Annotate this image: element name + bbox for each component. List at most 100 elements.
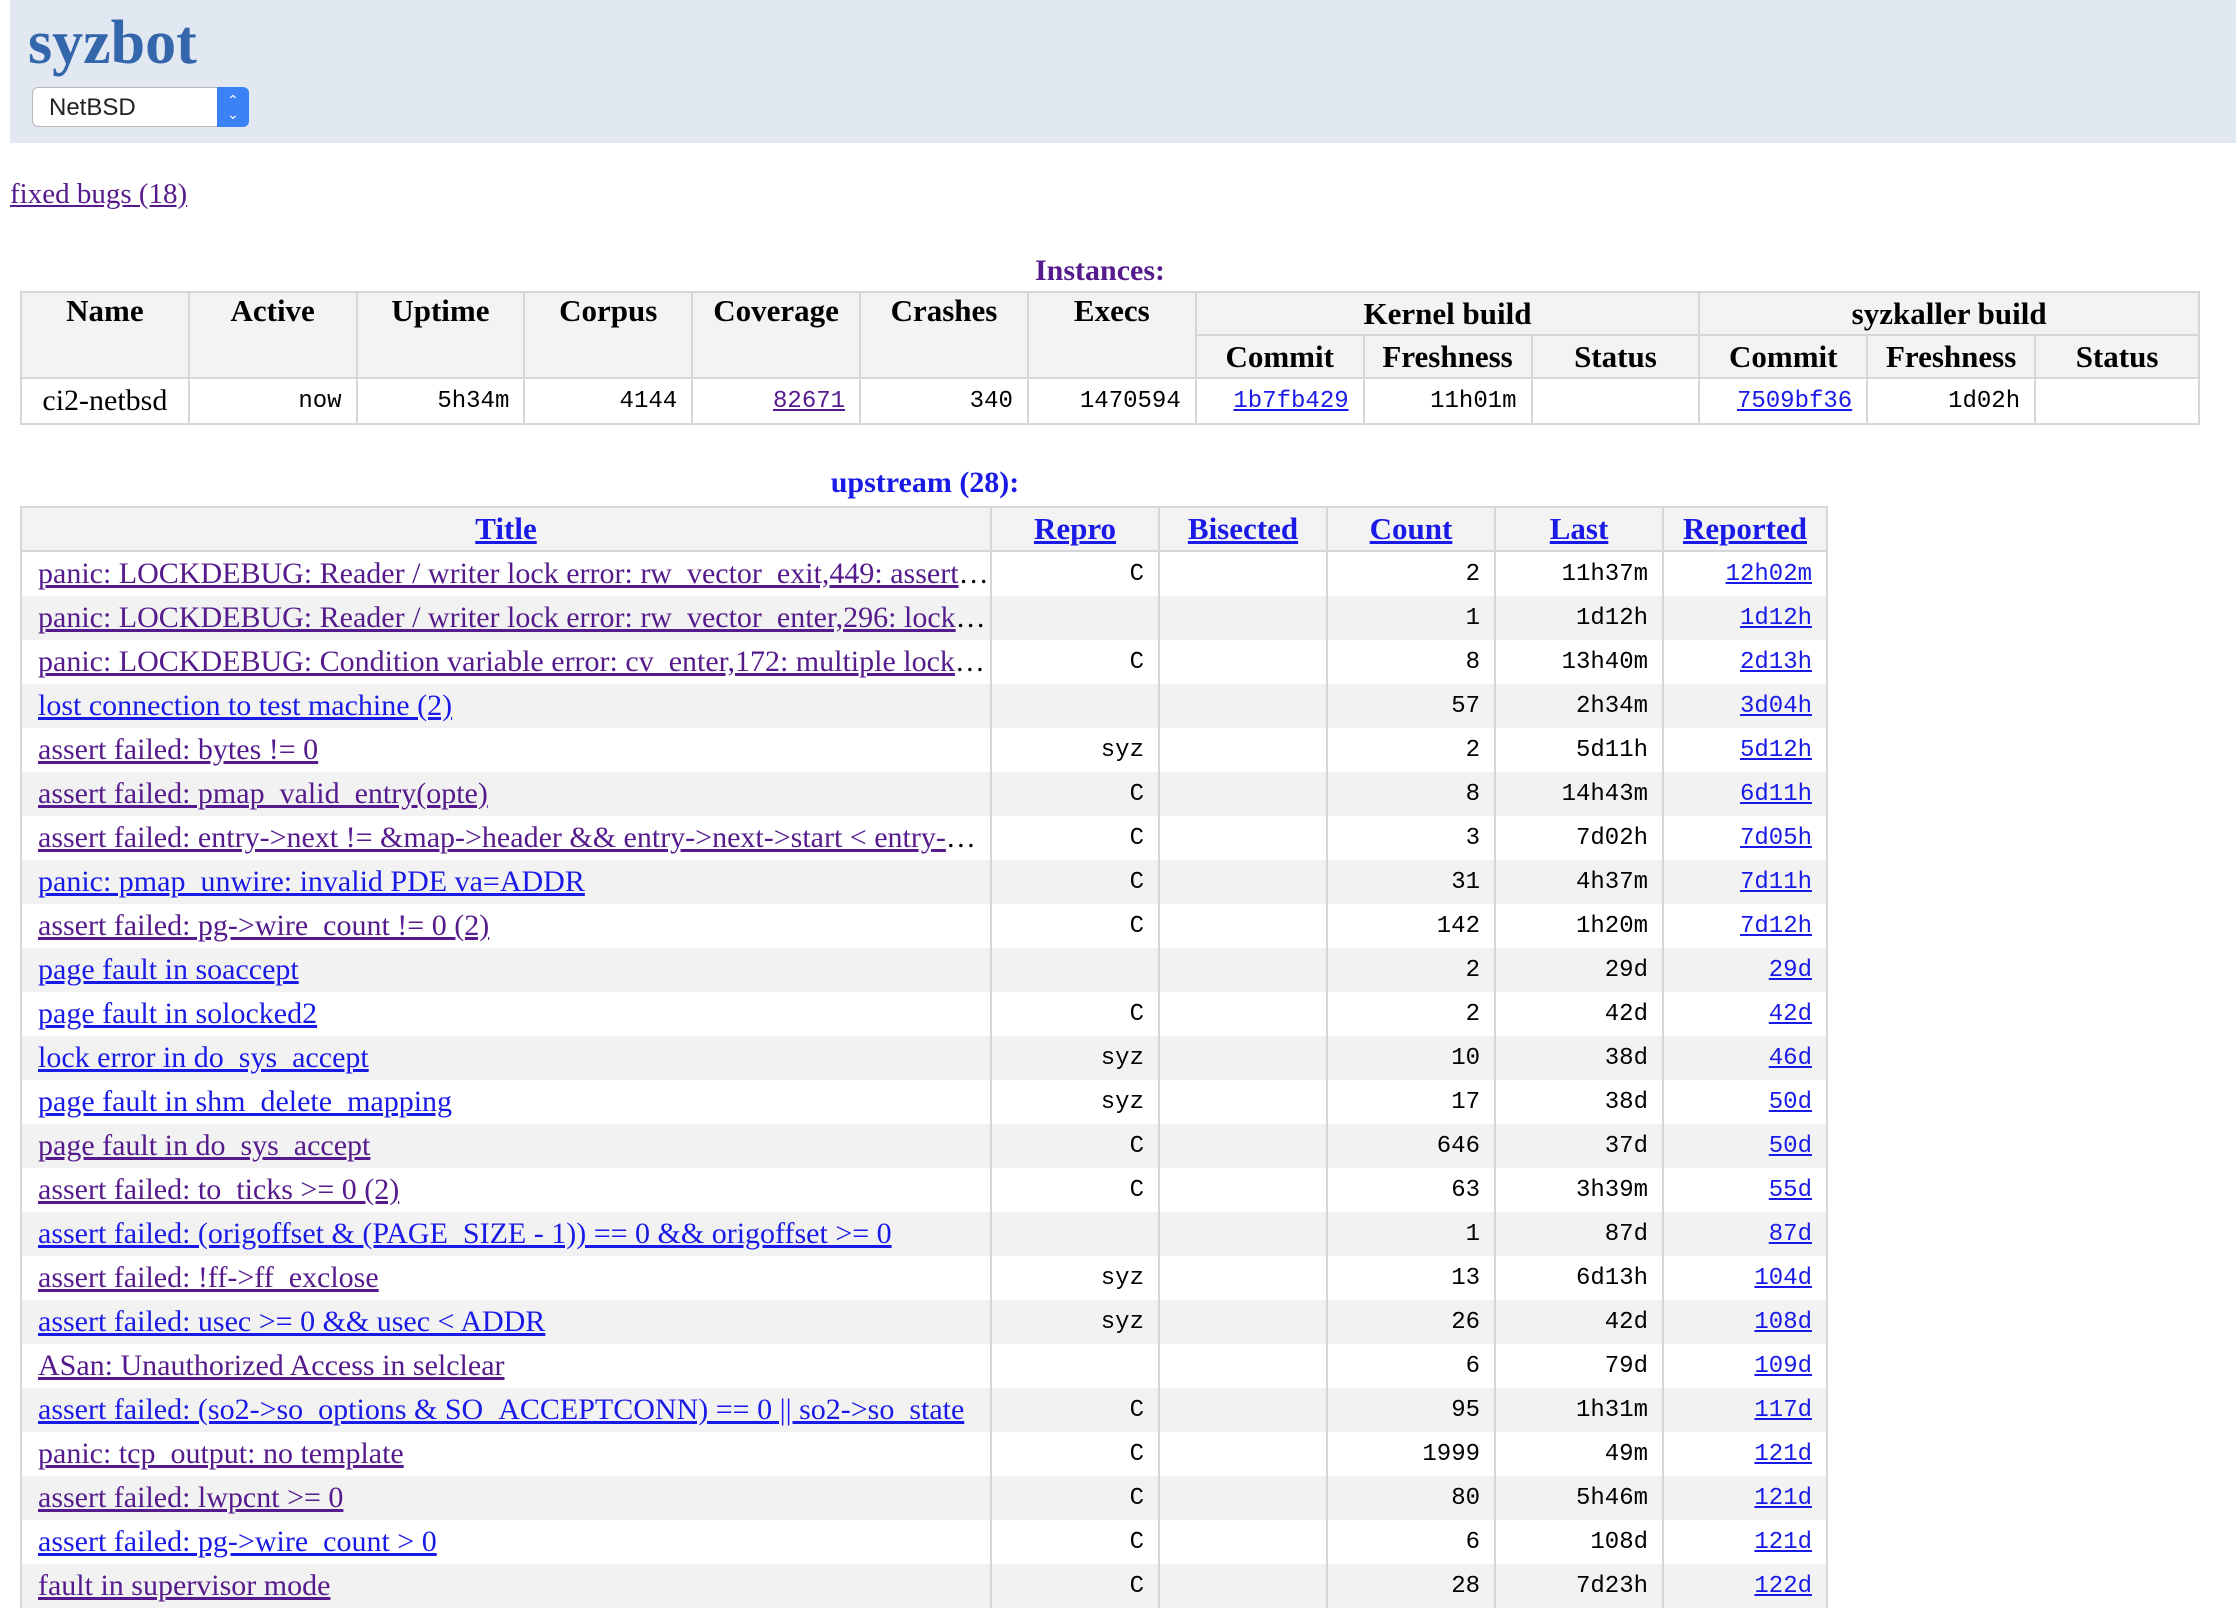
bug-repro: C <box>990 1124 1160 1168</box>
bug-reported-link[interactable]: 1d12h <box>1740 605 1812 632</box>
chevron-up-down-icon: ⌃ ⌄ <box>217 87 249 127</box>
bug-row: assert failed: (so2->so_options & SO_ACC… <box>20 1388 1828 1432</box>
bug-last: 37d <box>1494 1124 1664 1168</box>
kernel-commit-link[interactable]: 1b7fb429 <box>1233 388 1348 415</box>
bug-title-link[interactable]: fault in supervisor mode <box>38 1569 330 1602</box>
bug-reported-link[interactable]: 55d <box>1769 1177 1812 1204</box>
bug-bisected <box>1158 1344 1328 1388</box>
bug-last: 5h46m <box>1494 1476 1664 1520</box>
namespace-select[interactable]: NetBSD ⌃ ⌄ <box>32 87 249 127</box>
bug-title-link[interactable]: assert failed: entry->next != &map->head… <box>38 821 989 854</box>
bug-reported-link[interactable]: 117d <box>1754 1397 1812 1424</box>
bug-reported-link[interactable]: 6d11h <box>1740 781 1812 808</box>
bug-count: 1 <box>1326 596 1496 640</box>
bug-reported-link[interactable]: 2d13h <box>1740 649 1812 676</box>
sort-count-link[interactable]: Count <box>1370 511 1453 546</box>
bug-reported-link[interactable]: 50d <box>1769 1133 1812 1160</box>
syzkaller-commit-link[interactable]: 7509bf36 <box>1737 388 1852 415</box>
bug-reported-link[interactable]: 121d <box>1754 1441 1812 1468</box>
bug-reported-link[interactable]: 7d05h <box>1740 825 1812 852</box>
bug-title-link[interactable]: page fault in do_sys_accept <box>38 1129 370 1162</box>
bug-count: 1999 <box>1326 1432 1496 1476</box>
coverage-link[interactable]: 82671 <box>773 388 845 415</box>
col-kernel-status: Status <box>1530 334 1701 379</box>
bug-bisected <box>1158 1520 1328 1564</box>
bug-title-link[interactable]: panic: LOCKDEBUG: Condition variable err… <box>38 645 989 678</box>
bug-row: lock error in do_sys_accept syz 10 38d 46d <box>20 1036 1828 1080</box>
bug-title-link[interactable]: page fault in shm_delete_mapping <box>38 1085 452 1118</box>
bug-reported-link[interactable]: 104d <box>1754 1265 1812 1292</box>
bug-bisected <box>1158 684 1328 728</box>
bug-title-link[interactable]: lock error in do_sys_accept <box>38 1041 369 1074</box>
bug-last: 7d02h <box>1494 816 1664 860</box>
bug-reported-link[interactable]: 109d <box>1754 1353 1812 1380</box>
bug-reported-link[interactable]: 122d <box>1754 1573 1812 1600</box>
sort-repro-link[interactable]: Repro <box>1034 511 1116 546</box>
syzbot-logo[interactable]: syzbot <box>28 8 197 79</box>
bug-title-link[interactable]: ASan: Unauthorized Access in selclear <box>38 1349 505 1382</box>
bug-repro: syz <box>990 1036 1160 1080</box>
bug-repro: C <box>990 1432 1160 1476</box>
bug-title-link[interactable]: assert failed: usec >= 0 && usec < ADDR <box>38 1305 545 1338</box>
bug-reported-link[interactable]: 121d <box>1754 1485 1812 1512</box>
bug-last: 1h20m <box>1494 904 1664 948</box>
namespace-selected-value: NetBSD <box>49 94 136 121</box>
bug-title-link[interactable]: assert failed: to_ticks >= 0 (2) <box>38 1173 399 1206</box>
bug-reported-link[interactable]: 7d11h <box>1740 869 1812 896</box>
bug-title-link[interactable]: panic: pmap_unwire: invalid PDE va=ADDR <box>38 865 585 898</box>
bug-title-link[interactable]: panic: tcp_output: no template <box>38 1437 404 1470</box>
bug-repro: C <box>990 1564 1160 1608</box>
bug-title-link[interactable]: assert failed: (origoffset & (PAGE_SIZE … <box>38 1217 892 1250</box>
bug-title-link[interactable]: assert failed: (so2->so_options & SO_ACC… <box>38 1393 964 1426</box>
bug-reported-link[interactable]: 46d <box>1769 1045 1812 1072</box>
bug-title-link[interactable]: assert failed: bytes != 0 <box>38 733 318 766</box>
bug-reported-link[interactable]: 12h02m <box>1726 561 1812 588</box>
upstream-caption: upstream (28): <box>830 466 1020 499</box>
bug-reported-link[interactable]: 108d <box>1754 1309 1812 1336</box>
bug-bisected <box>1158 1212 1328 1256</box>
bug-last: 13h40m <box>1494 640 1664 684</box>
bug-title-link[interactable]: panic: LOCKDEBUG: Reader / writer lock e… <box>38 601 989 634</box>
bug-count: 28 <box>1326 1564 1496 1608</box>
bug-repro: syz <box>990 1080 1160 1124</box>
bug-title-link[interactable]: assert failed: pmap_valid_entry(opte) <box>38 777 488 810</box>
bug-last: 11h37m <box>1494 551 1664 596</box>
bug-repro: C <box>990 1168 1160 1212</box>
bug-count: 63 <box>1326 1168 1496 1212</box>
bug-title-link[interactable]: lost connection to test machine (2) <box>38 689 452 722</box>
bug-title-link[interactable]: assert failed: pg->wire_count > 0 <box>38 1525 437 1558</box>
bug-row: panic: tcp_output: no template C 1999 49m 12… <box>20 1432 1828 1476</box>
bug-reported-link[interactable]: 121d <box>1754 1529 1812 1556</box>
bug-count: 6 <box>1326 1520 1496 1564</box>
sort-bisected-link[interactable]: Bisected <box>1188 511 1298 546</box>
bug-title-link[interactable]: panic: LOCKDEBUG: Reader / writer lock e… <box>38 557 989 590</box>
bug-bisected <box>1158 1080 1328 1124</box>
bug-reported-link[interactable]: 3d04h <box>1740 693 1812 720</box>
bug-title-link[interactable]: page fault in soaccept <box>38 953 299 986</box>
bug-last: 1h31m <box>1494 1388 1664 1432</box>
bug-reported-link[interactable]: 5d12h <box>1740 737 1812 764</box>
bug-reported-link[interactable]: 7d12h <box>1740 913 1812 940</box>
bug-title-link[interactable]: assert failed: !ff->ff_exclose <box>38 1261 379 1294</box>
bug-title-link[interactable]: assert failed: lwpcnt >= 0 <box>38 1481 343 1514</box>
sort-reported-link[interactable]: Reported <box>1683 511 1807 546</box>
bug-reported-link[interactable]: 29d <box>1769 957 1812 984</box>
instance-uptime: 5h34m <box>355 377 526 425</box>
bug-last: 4h37m <box>1494 860 1664 904</box>
sort-title-link[interactable]: Title <box>475 511 536 546</box>
bug-title-link[interactable]: page fault in solocked2 <box>38 997 317 1030</box>
instances-table: Name Active Uptime Corpus Coverage Crash… <box>20 291 2200 425</box>
instance-execs: 1470594 <box>1026 377 1197 425</box>
bug-reported-link[interactable]: 42d <box>1769 1001 1812 1028</box>
bug-last: 5d11h <box>1494 728 1664 772</box>
bug-reported-link[interactable]: 87d <box>1769 1221 1812 1248</box>
sort-last-link[interactable]: Last <box>1550 511 1609 546</box>
bug-title-link[interactable]: assert failed: pg->wire_count != 0 (2) <box>38 909 489 942</box>
bug-rows: panic: LOCKDEBUG: Reader / writer lock e… <box>20 551 1828 1608</box>
bug-row: assert failed: to_ticks >= 0 (2) C 63 3h39m… <box>20 1168 1828 1212</box>
bug-count: 142 <box>1326 904 1496 948</box>
bug-row: assert failed: lwpcnt >= 0 C 80 5h46m 121d <box>20 1476 1828 1520</box>
fixed-bugs-link[interactable]: fixed bugs (18) <box>10 178 187 211</box>
bug-count: 2 <box>1326 992 1496 1036</box>
bug-reported-link[interactable]: 50d <box>1769 1089 1812 1116</box>
